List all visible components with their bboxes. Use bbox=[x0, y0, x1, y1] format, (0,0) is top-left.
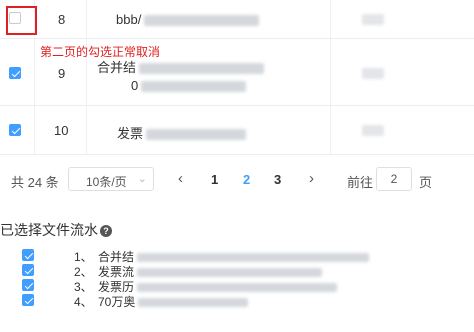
selected-checkbox[interactable] bbox=[22, 249, 34, 261]
selected-index: 4、 bbox=[74, 295, 93, 309]
annotation-highlight-box bbox=[6, 6, 37, 35]
help-icon[interactable]: ? bbox=[100, 225, 112, 237]
annotation-note: 第二页的勾选正常取消 bbox=[40, 45, 161, 59]
selected-checkbox[interactable] bbox=[22, 279, 34, 291]
page-1[interactable]: 1 bbox=[211, 172, 218, 187]
row-extra-cell bbox=[362, 14, 384, 25]
pagination-total: 共 24 条 bbox=[11, 175, 59, 190]
file-table: 8 bbb/ 9 合并结 0 10 发票 第二页的勾选正常取消 bbox=[0, 0, 474, 155]
selected-name: 70万奥 bbox=[98, 293, 249, 310]
pagination: 共 24 条 10条/页 ⌄ ‹ 1 2 3 › 前往 2 页 bbox=[0, 162, 474, 198]
row-checkbox[interactable] bbox=[9, 124, 21, 136]
goto-unit: 页 bbox=[419, 175, 433, 190]
selected-item: 3、 发票历 bbox=[0, 278, 474, 294]
next-page-icon[interactable]: › bbox=[309, 170, 314, 187]
goto-page-input[interactable]: 2 bbox=[376, 167, 412, 191]
page-size-label: 10条/页 bbox=[86, 175, 127, 189]
row-index: 9 bbox=[58, 66, 66, 81]
row-extra-cell bbox=[362, 125, 384, 136]
selected-checkbox[interactable] bbox=[22, 294, 34, 306]
page-size-select[interactable]: 10条/页 ⌄ bbox=[68, 167, 154, 191]
selected-item: 4、 70万奥 bbox=[0, 293, 474, 310]
row-checkbox[interactable] bbox=[9, 67, 21, 79]
table-row: 10 发票 bbox=[0, 106, 474, 155]
row-filename: 发票 bbox=[117, 123, 247, 142]
row-index: 8 bbox=[58, 12, 66, 27]
page-3[interactable]: 3 bbox=[274, 172, 281, 187]
row-filename-line2: 0 bbox=[131, 78, 247, 93]
row-filename: bbb/ bbox=[116, 12, 260, 27]
table-row: 8 bbb/ bbox=[0, 0, 474, 39]
selected-item: 2、 发票流 bbox=[0, 263, 474, 279]
goto-label: 前往 bbox=[347, 175, 374, 190]
prev-page-icon[interactable]: ‹ bbox=[178, 170, 183, 187]
selected-item: 1、 合并结 bbox=[0, 248, 474, 264]
selected-checkbox[interactable] bbox=[22, 264, 34, 276]
row-extra-cell bbox=[362, 68, 384, 79]
row-index: 10 bbox=[54, 123, 69, 138]
page-2[interactable]: 2 bbox=[243, 172, 250, 187]
chevron-down-icon: ⌄ bbox=[137, 173, 147, 185]
selected-title: 已选择文件流水? bbox=[0, 220, 112, 240]
